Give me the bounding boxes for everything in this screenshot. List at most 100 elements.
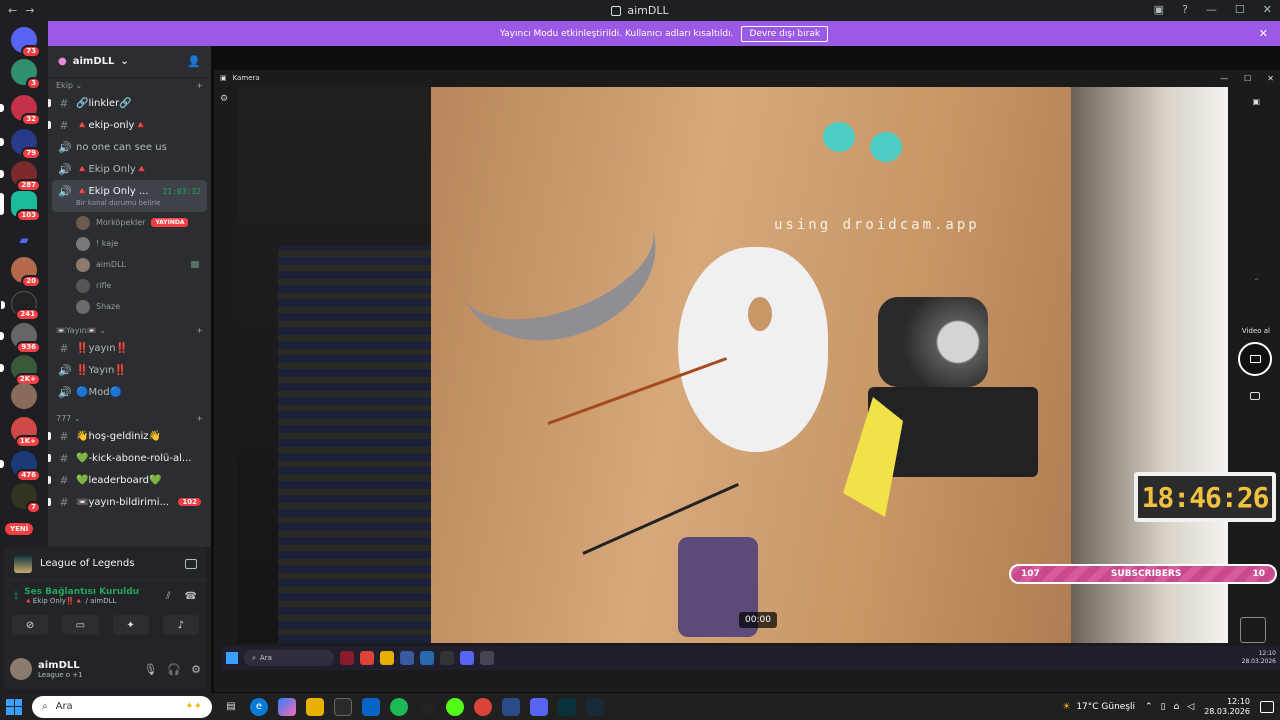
home-button[interactable]: 73 bbox=[11, 27, 41, 58]
channel-ekip-only[interactable]: # 🔺ekip-only🔺 bbox=[48, 114, 211, 136]
outlook-icon[interactable] bbox=[362, 697, 380, 716]
spotify-icon[interactable] bbox=[390, 697, 408, 716]
voice-user[interactable]: aimDLL bbox=[48, 254, 211, 275]
activity-bar[interactable]: League of Legends bbox=[4, 547, 207, 581]
chrome-icon[interactable] bbox=[360, 651, 374, 665]
photo-mode-icon[interactable] bbox=[1250, 392, 1260, 400]
voice-status[interactable]: Ses Bağlantısı Kuruldu bbox=[24, 587, 139, 597]
windows-start-icon[interactable] bbox=[226, 652, 238, 664]
guild-icon[interactable]: 7 bbox=[11, 483, 41, 514]
chevron-up-icon[interactable]: ⌃ bbox=[1253, 277, 1260, 286]
weather-widget[interactable]: ☀ 17°C Güneşli bbox=[1062, 702, 1135, 712]
active-voice-channel[interactable]: 🔊 🔺Ekip Only ... 21:03:32 Bir kanal durumu… bbox=[52, 180, 207, 212]
channel-hos-geldiniz[interactable]: # 👋hoş-geldiniz👋 bbox=[48, 425, 211, 447]
guild-icon[interactable]: 936 bbox=[0, 323, 41, 354]
channel-yayin[interactable]: # ‼️yayın‼️ bbox=[48, 337, 211, 359]
edge-icon[interactable]: e bbox=[250, 697, 268, 716]
folder-icon[interactable]: ▰ bbox=[11, 227, 37, 253]
server-header[interactable]: ● aimDLL ⌄ 👤 bbox=[48, 46, 211, 78]
folder-icon[interactable] bbox=[380, 651, 394, 665]
add-channel-icon[interactable]: + bbox=[196, 414, 203, 423]
battery-icon[interactable]: ▯ bbox=[1161, 702, 1166, 712]
close-button[interactable]: ✕ bbox=[1263, 3, 1272, 16]
channel-yayin-bildirimi[interactable]: # 📼yayın-bildirimi... 102 bbox=[48, 491, 211, 513]
discord-icon[interactable] bbox=[530, 697, 548, 716]
channel-kick-abone[interactable]: # 💚-kick-abone-rolü-al... bbox=[48, 447, 211, 469]
chevron-up-icon[interactable]: ⌃ bbox=[1145, 702, 1153, 712]
add-channel-icon[interactable]: + bbox=[196, 81, 203, 90]
disconnect-icon[interactable]: ☎ bbox=[185, 591, 197, 602]
soundboard-button[interactable]: ♪ bbox=[162, 615, 199, 635]
screen-share-button[interactable]: ▭ bbox=[62, 615, 99, 635]
category-yayin[interactable]: 📼Yayın📼 ⌄ + bbox=[48, 323, 211, 337]
gear-icon[interactable]: ⚙ bbox=[191, 663, 201, 676]
minimize-button[interactable]: — bbox=[1220, 74, 1228, 83]
add-channel-icon[interactable]: + bbox=[196, 326, 203, 335]
guild-icon[interactable]: 476 bbox=[0, 451, 41, 482]
channel-status[interactable]: Bir kanal durumu belirle bbox=[58, 199, 160, 207]
new-badge[interactable]: YENİ bbox=[5, 523, 34, 535]
voice-user[interactable]: Morköpekler YAYINDA bbox=[48, 212, 211, 233]
copilot-icon[interactable] bbox=[278, 697, 296, 716]
guild-icon[interactable]: 79 bbox=[0, 129, 41, 160]
file-explorer-icon[interactable] bbox=[306, 697, 324, 716]
disable-streamer-mode-button[interactable]: Devre dışı bırak bbox=[741, 25, 829, 42]
guild-icon[interactable]: 3 bbox=[11, 59, 41, 90]
close-button[interactable]: ✕ bbox=[1267, 74, 1274, 83]
app-icon[interactable] bbox=[502, 697, 520, 716]
voice-channel-ekip-only[interactable]: 🔊 🔺Ekip Only🔺 bbox=[48, 158, 211, 180]
chrome-icon[interactable] bbox=[474, 697, 492, 716]
voice-user[interactable]: Shaze bbox=[48, 296, 211, 317]
steam-icon[interactable] bbox=[586, 697, 604, 716]
screen-share-icon[interactable] bbox=[185, 558, 197, 569]
app-icon[interactable] bbox=[440, 651, 454, 665]
inner-search-box[interactable]: ⌕ Ara bbox=[244, 650, 334, 666]
notification-icon[interactable] bbox=[1260, 700, 1274, 713]
help-icon[interactable]: ? bbox=[1182, 3, 1188, 16]
network-icon[interactable]: ⌂ bbox=[1174, 702, 1180, 712]
last-capture-thumbnail[interactable] bbox=[1240, 617, 1266, 643]
channel-linkler[interactable]: # 🔗linkler🔗 bbox=[48, 92, 211, 114]
app-icon[interactable] bbox=[340, 651, 354, 665]
category-777[interactable]: 777 ⌄ + bbox=[48, 411, 211, 425]
taskbar-clock[interactable]: 12:10 28.03.2026 bbox=[1204, 697, 1250, 717]
close-banner-icon[interactable]: ✕ bbox=[1259, 27, 1268, 40]
windows-start-icon[interactable] bbox=[6, 698, 22, 715]
discord-icon[interactable] bbox=[460, 651, 474, 665]
league-icon[interactable] bbox=[558, 697, 576, 716]
taskbar-search[interactable]: ⌕ Ara ✦✦ bbox=[32, 695, 212, 718]
app-icon[interactable] bbox=[418, 697, 436, 716]
photo-gallery-icon[interactable]: ▣ bbox=[1252, 97, 1260, 106]
volume-icon[interactable]: ◁ bbox=[1187, 702, 1194, 712]
guild-icon[interactable] bbox=[11, 383, 37, 409]
voice-user[interactable]: ! kaje bbox=[48, 233, 211, 254]
guild-icon[interactable]: 2K+ bbox=[0, 355, 41, 386]
voice-channel-mod[interactable]: 🔊 🔵Mod🔵 bbox=[48, 381, 211, 403]
store-icon[interactable] bbox=[334, 697, 352, 716]
camera-app-icon[interactable] bbox=[480, 651, 494, 665]
voice-user[interactable]: rifle bbox=[48, 275, 211, 296]
voice-channel-path[interactable]: 🔺Ekip Only‼️🔺 / aimDLL bbox=[24, 597, 139, 605]
headphones-icon[interactable]: 🎧 bbox=[167, 663, 181, 676]
mic-icon[interactable]: 🎙 bbox=[143, 663, 157, 676]
app-icon[interactable] bbox=[400, 651, 414, 665]
active-guild-icon[interactable]: 103 bbox=[0, 191, 41, 222]
maximize-button[interactable]: ☐ bbox=[1244, 74, 1251, 83]
activities-button[interactable]: ✦ bbox=[112, 615, 149, 635]
guild-icon[interactable]: 1K+ bbox=[11, 417, 41, 448]
inbox-icon[interactable]: ▣ bbox=[1154, 3, 1164, 16]
maximize-button[interactable]: ☐ bbox=[1235, 3, 1245, 16]
guild-icon[interactable]: 20 bbox=[11, 257, 41, 288]
record-button[interactable] bbox=[1238, 342, 1272, 376]
guild-icon[interactable]: 32 bbox=[0, 95, 41, 126]
add-member-icon[interactable]: 👤 bbox=[187, 55, 201, 68]
camera-off-button[interactable]: ⊘ bbox=[12, 615, 49, 635]
app-icon[interactable] bbox=[420, 651, 434, 665]
noise-suppression-icon[interactable]: ⫽ bbox=[166, 591, 170, 602]
channel-leaderboard[interactable]: # 💚leaderboard💚 bbox=[48, 469, 211, 491]
avatar[interactable] bbox=[10, 658, 32, 680]
voice-channel-no-one[interactable]: 🔊 no one can see us bbox=[48, 136, 211, 158]
settings-gear-icon[interactable]: ⚙ bbox=[220, 94, 228, 104]
category-ekip[interactable]: Ekip ⌄ + bbox=[48, 78, 211, 92]
task-view-icon[interactable]: ▤ bbox=[222, 698, 240, 716]
